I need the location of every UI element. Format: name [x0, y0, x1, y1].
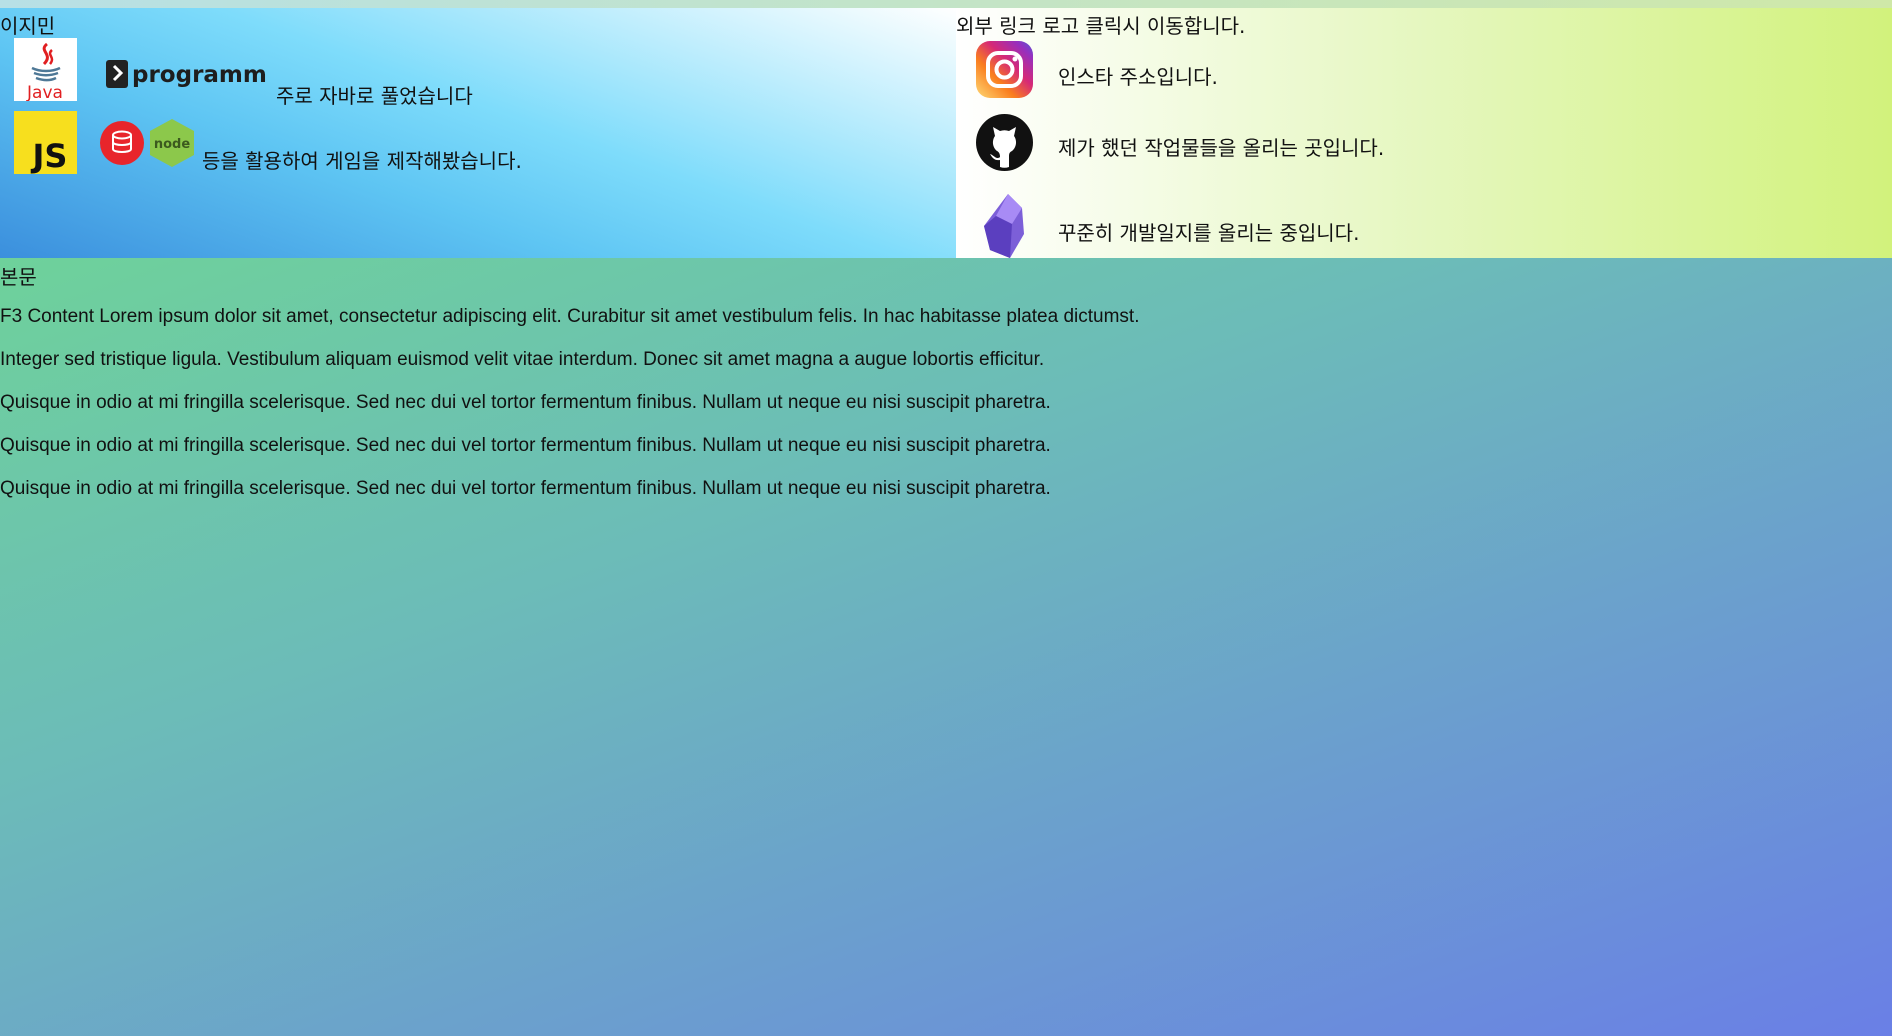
instagram-link-text: 인스타 주소입니다.	[1058, 65, 1218, 89]
node-logo-text: node	[154, 137, 190, 152]
obsidian-link-icon[interactable]	[982, 194, 1026, 258]
paragraph: Quisque in odio at mi fringilla sceleris…	[0, 478, 1051, 499]
main-title: 본문	[0, 265, 37, 289]
paragraph: Quisque in odio at mi fringilla sceleris…	[0, 435, 1051, 456]
javascript-logo-text: JS	[31, 137, 68, 174]
oracle-database-icon	[100, 121, 144, 165]
profile-section: 이지민 Java programmers	[0, 8, 956, 258]
instagram-link-icon[interactable]	[976, 41, 1033, 98]
java-logo-text: Java	[26, 83, 63, 101]
paragraph: Quisque in odio at mi fringilla sceleris…	[0, 392, 1051, 413]
links-heading: 외부 링크 로고 클릭시 이동합니다.	[956, 14, 1246, 38]
profile-name: 이지민	[0, 14, 56, 38]
java-description: 주로 자바로 풀었습니다	[276, 84, 473, 108]
github-link-icon[interactable]	[976, 114, 1033, 171]
github-link-text: 제가 했던 작업물들을 올리는 곳입니다.	[1058, 136, 1385, 160]
javascript-description: 등을 활용하여 게임을 제작해봤습니다.	[202, 149, 522, 173]
javascript-logo-icon: JS	[14, 111, 77, 174]
java-logo-icon: Java	[14, 38, 77, 101]
page: 이지민 Java programmers	[0, 0, 1892, 1036]
obsidian-link-text: 꾸준히 개발일지를 올리는 중입니다.	[1058, 221, 1360, 245]
programmers-logo-text: programmers	[132, 62, 266, 88]
node-logo-icon: node	[149, 118, 195, 168]
external-links-section: 외부 링크 로고 클릭시 이동합니다. 인스타 주소입니다. 제가 했던 작업물…	[956, 8, 1892, 258]
paragraph: F3 Content Lorem ipsum dolor sit amet, c…	[0, 306, 1140, 327]
paragraph: Integer sed tristique ligula. Vestibulum…	[0, 349, 1045, 370]
header: 이지민 Java programmers	[0, 8, 1892, 258]
programmers-logo-icon: programmers	[106, 52, 266, 94]
